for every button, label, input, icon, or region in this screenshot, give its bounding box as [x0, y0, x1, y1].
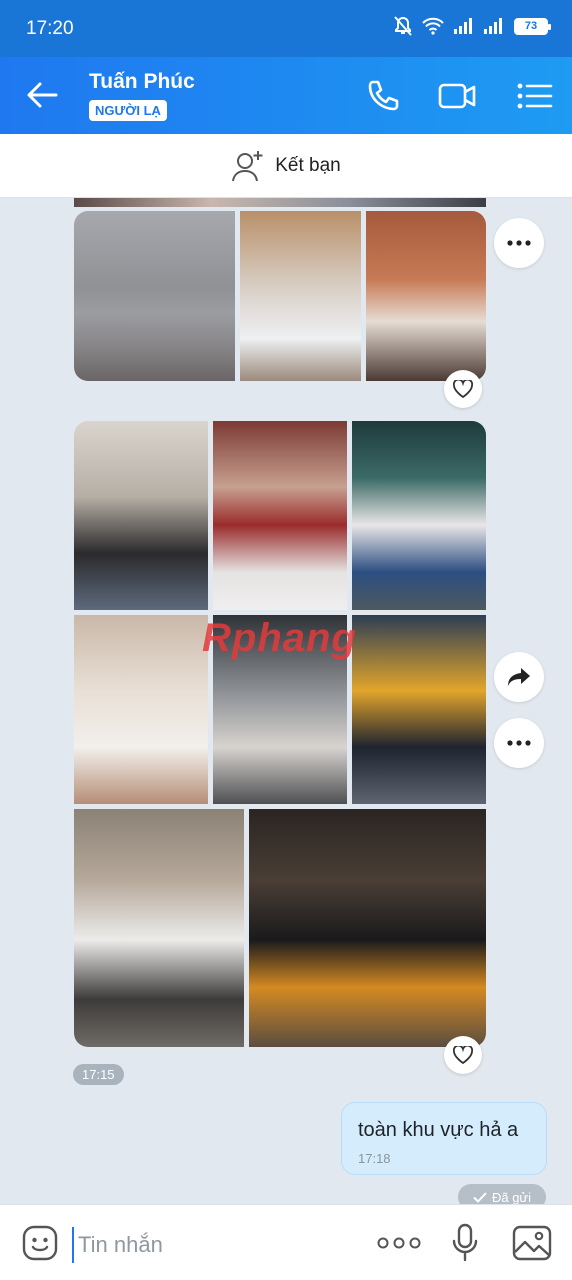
message-text: toàn khu vực hả a	[358, 1119, 519, 1141]
status-time: 17:20	[26, 18, 74, 39]
more-options-icon[interactable]	[377, 1237, 421, 1249]
forward-arrow-icon	[508, 668, 530, 686]
wifi-icon	[422, 17, 444, 35]
microphone-icon[interactable]	[452, 1223, 478, 1263]
react-heart-button[interactable]	[444, 370, 482, 408]
more-dots-icon	[507, 240, 531, 246]
chat-photo[interactable]	[352, 421, 486, 610]
chat-photo[interactable]	[213, 421, 347, 610]
add-friend-bar[interactable]: Kết bạn	[0, 134, 572, 198]
share-forward-button[interactable]	[494, 652, 544, 702]
status-bar: 17:20 73	[0, 0, 572, 57]
message-composer	[0, 1204, 572, 1280]
chat-photo[interactable]	[74, 211, 235, 381]
chat-photo[interactable]	[74, 198, 486, 207]
sent-message-bubble[interactable]: toàn khu vực hả a 17:18	[341, 1102, 547, 1175]
chat-photo[interactable]	[352, 615, 486, 804]
phone-call-icon[interactable]	[363, 77, 401, 115]
check-icon	[473, 1191, 487, 1203]
stranger-badge: NGƯỜI LẠ	[89, 100, 167, 121]
chat-photo[interactable]	[249, 809, 486, 1047]
back-arrow-icon[interactable]	[24, 77, 60, 113]
signal-icon-2	[484, 18, 502, 34]
message-input[interactable]	[72, 1227, 352, 1263]
photo-timestamp: 17:15	[73, 1064, 124, 1085]
chat-area[interactable]: Rphang 17:15 toàn khu vực hả a 17:18 Đã …	[0, 198, 572, 1204]
chat-header: Tuấn Phúc NGƯỜI LẠ	[0, 57, 572, 134]
more-options-button[interactable]	[494, 718, 544, 768]
menu-list-icon[interactable]	[515, 77, 553, 115]
video-call-icon[interactable]	[438, 77, 476, 115]
more-dots-icon	[507, 740, 531, 746]
add-friend-label: Kết bạn	[275, 154, 341, 176]
battery-icon: 73	[514, 17, 551, 35]
sent-status-text: Đã gửi	[491, 1189, 532, 1205]
heart-icon	[453, 1046, 473, 1064]
add-friend-icon	[232, 150, 263, 181]
emoji-icon[interactable]	[22, 1225, 58, 1261]
chat-photo[interactable]	[74, 615, 208, 804]
mute-icon	[394, 16, 412, 36]
chat-photo[interactable]	[240, 211, 361, 381]
react-heart-button[interactable]	[444, 1036, 482, 1074]
message-time: 17:18	[358, 1151, 391, 1166]
heart-icon	[453, 380, 473, 398]
chat-photo[interactable]	[74, 809, 244, 1047]
image-gallery-icon[interactable]	[512, 1225, 552, 1261]
more-options-button[interactable]	[494, 218, 544, 268]
sent-status-badge: Đã gửi	[458, 1184, 546, 1204]
watermark: Rphang	[202, 616, 357, 660]
chat-photo[interactable]	[74, 421, 208, 610]
chat-photo[interactable]	[366, 211, 486, 381]
signal-icon-1	[454, 18, 472, 34]
contact-name[interactable]: Tuấn Phúc	[89, 70, 195, 94]
status-icons: 73	[394, 16, 551, 36]
